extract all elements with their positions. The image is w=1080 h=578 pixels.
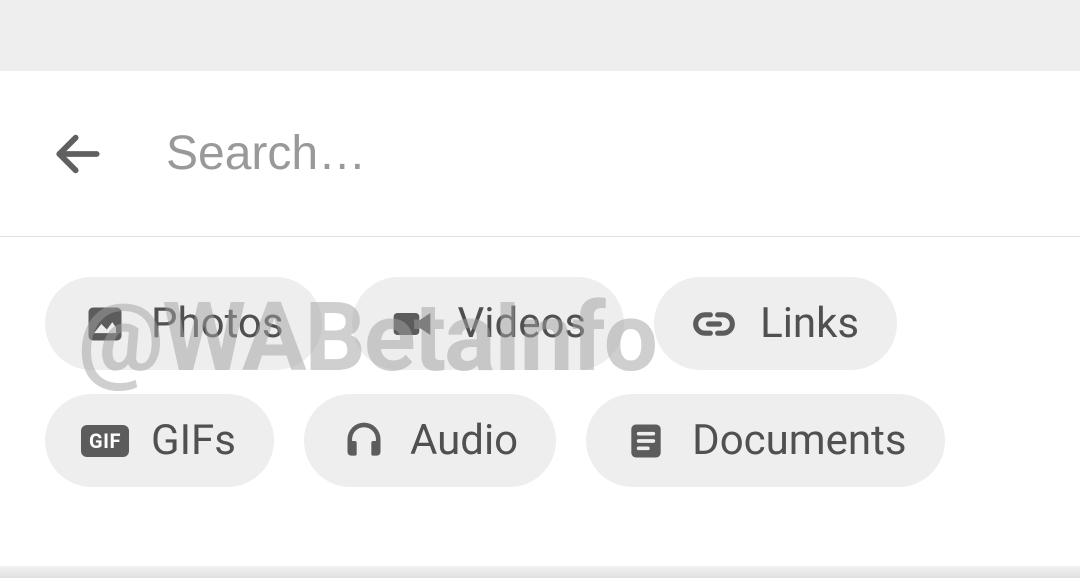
search-bar — [0, 71, 1080, 237]
video-icon — [390, 302, 434, 346]
filter-chip-videos[interactable]: Videos — [352, 277, 625, 370]
chip-label: GIFs — [151, 416, 236, 465]
filter-chip-audio[interactable]: Audio — [304, 394, 556, 487]
filter-chip-documents[interactable]: Documents — [586, 394, 944, 487]
chip-label: Audio — [410, 416, 518, 465]
back-arrow-icon[interactable] — [50, 126, 106, 182]
chip-label: Photos — [151, 299, 284, 348]
photo-icon — [83, 302, 127, 346]
bottom-shadow — [0, 566, 1080, 578]
document-icon — [624, 419, 668, 463]
chip-label: Links — [760, 299, 859, 348]
filter-chip-gifs[interactable]: GIF GIFs — [45, 394, 274, 487]
filter-chip-links[interactable]: Links — [654, 277, 897, 370]
filter-chip-photos[interactable]: Photos — [45, 277, 322, 370]
status-bar — [0, 0, 1080, 71]
gif-icon: GIF — [83, 419, 127, 463]
headphones-icon — [342, 419, 386, 463]
search-input[interactable] — [166, 126, 1030, 181]
filter-chips-container: Photos Videos Links GIF GIFs — [0, 237, 1080, 527]
link-icon — [692, 302, 736, 346]
chip-label: Videos — [458, 299, 587, 348]
chip-label: Documents — [692, 416, 906, 465]
